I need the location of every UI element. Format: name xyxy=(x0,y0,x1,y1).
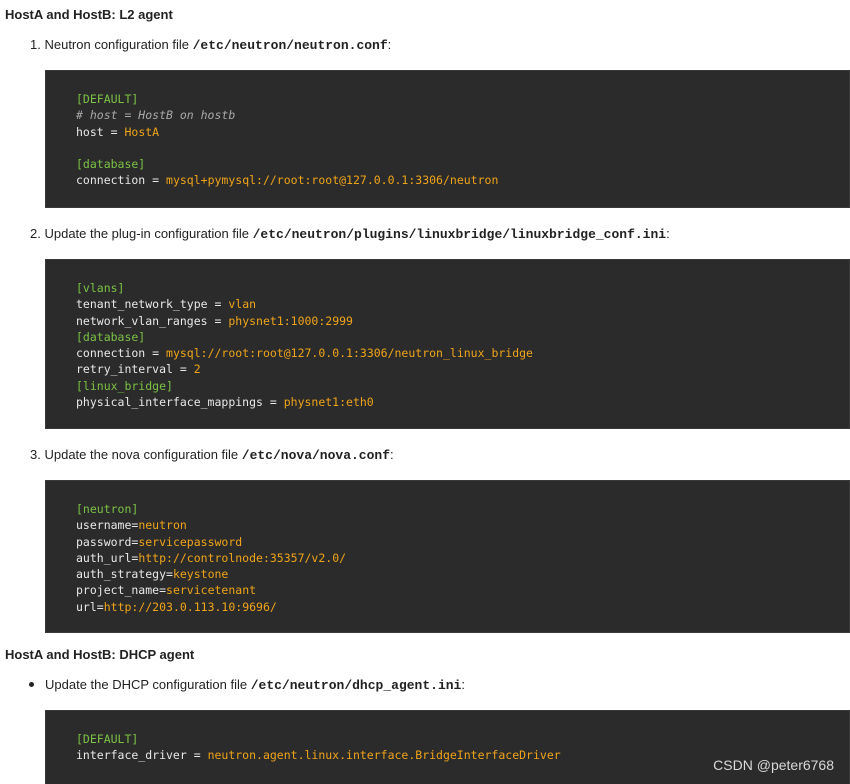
code-section: [neutron] xyxy=(76,502,139,516)
code-operator: = xyxy=(159,583,167,598)
code-section: [database] xyxy=(76,329,146,344)
code-key: username xyxy=(76,518,132,533)
step-suffix: : xyxy=(387,37,392,52)
code-value: 2 xyxy=(193,362,201,377)
step-text: Update the plug-in configuration file xyxy=(44,226,253,241)
code-line: host = HostA xyxy=(76,124,849,140)
code-value: physnet1:eth0 xyxy=(283,395,374,410)
code-key: interface_driver xyxy=(76,748,187,763)
step-number: 2. xyxy=(30,226,41,241)
code-line: password=servicepassword xyxy=(76,534,849,550)
code-key: retry_interval xyxy=(76,362,173,377)
code-value: vlan xyxy=(228,297,257,312)
code-section: [vlans] xyxy=(76,281,125,295)
code-value: HostA xyxy=(124,124,160,139)
step-suffix: : xyxy=(666,226,670,241)
file-path: /etc/nova/nova.conf xyxy=(241,448,391,463)
code-line: [database] xyxy=(76,329,849,345)
code-operator: = xyxy=(103,124,125,139)
bullet-item: Update the DHCP configuration file /etc/… xyxy=(29,677,465,693)
code-key: password xyxy=(76,534,132,549)
code-key: host xyxy=(76,124,104,139)
code-line: tenant_network_type = vlan xyxy=(76,296,849,312)
code-line: auth_url=http://controlnode:35357/v2.0/ xyxy=(76,550,849,566)
bullet-suffix: : xyxy=(461,677,465,692)
code-line: connection = mysql+pymysql://root:root@1… xyxy=(76,172,849,188)
code-value: mysql://root:root@127.0.0.1:3306/neutron… xyxy=(166,346,533,361)
code-operator: = xyxy=(145,346,167,361)
code-section: [DEFAULT] xyxy=(76,732,139,746)
file-path: /etc/neutron/dhcp_agent.ini xyxy=(250,678,462,693)
section-heading-l2-agent: HostA and HostB: L2 agent xyxy=(5,7,173,22)
code-section: [linux_bridge] xyxy=(76,378,173,393)
code-line: project_name=servicetenant xyxy=(76,582,849,598)
code-line: network_vlan_ranges = physnet1:1000:2999 xyxy=(76,313,849,329)
step-text: Neutron configuration file xyxy=(44,37,193,52)
step-2: 2. Update the plug-in configuration file… xyxy=(30,226,670,242)
code-key: auth_url xyxy=(76,550,132,565)
code-operator: = xyxy=(186,748,208,763)
step-suffix: : xyxy=(390,447,394,462)
code-line: physical_interface_mappings = physnet1:e… xyxy=(76,394,849,410)
code-operator: = xyxy=(172,362,194,377)
code-line: [neutron] xyxy=(76,501,849,517)
code-key: url xyxy=(76,599,97,614)
code-line: url=http://203.0.113.10:9696/ xyxy=(76,599,849,615)
code-key: connection xyxy=(76,346,146,361)
step-text: Update the nova configuration file xyxy=(44,447,242,462)
step-1: 1. Neutron configuration file /etc/neutr… xyxy=(30,37,391,53)
code-line: [linux_bridge] xyxy=(76,378,849,394)
code-line: auth_strategy=keystone xyxy=(76,566,849,582)
code-value: http://controlnode:35357/v2.0/ xyxy=(138,550,347,565)
code-value: keystone xyxy=(172,567,229,582)
code-key: physical_interface_mappings xyxy=(76,395,263,410)
code-line: [vlans] xyxy=(76,280,849,296)
bullet-text: Update the DHCP configuration file xyxy=(45,677,251,692)
code-value: neutron.agent.linux.interface.BridgeInte… xyxy=(207,748,561,763)
code-line: connection = mysql://root:root@127.0.0.1… xyxy=(76,345,849,361)
code-operator: = xyxy=(145,173,167,188)
code-block-neutron-conf[interactable]: [DEFAULT] # host = HostB on hostb host =… xyxy=(45,70,850,208)
code-operator: = xyxy=(166,567,173,582)
code-operator: = xyxy=(207,297,229,312)
code-section: [database] xyxy=(76,157,146,172)
step-number: 1. xyxy=(30,37,41,52)
code-value: mysql+pymysql://root:root@127.0.0.1:3306… xyxy=(166,173,499,188)
step-number: 3. xyxy=(30,447,41,462)
code-value: neutron xyxy=(138,518,187,533)
watermark: CSDN @peter6768 xyxy=(713,757,834,773)
section-heading-dhcp-agent: HostA and HostB: DHCP agent xyxy=(5,647,195,662)
code-block-nova-conf[interactable]: [neutron] username=neutron password=serv… xyxy=(45,480,850,633)
code-key: project_name xyxy=(76,583,160,598)
code-line: [DEFAULT] xyxy=(76,731,849,747)
code-value: physnet1:1000:2999 xyxy=(228,313,353,328)
code-line: [DEFAULT] xyxy=(76,91,849,107)
step-3: 3. Update the nova configuration file /e… xyxy=(30,447,394,463)
code-line: retry_interval = 2 xyxy=(76,361,849,377)
code-comment: # host = HostB on hostb xyxy=(76,108,236,123)
code-key: tenant_network_type xyxy=(76,297,208,312)
code-operator: = xyxy=(96,599,104,614)
code-value: http://203.0.113.10:9696/ xyxy=(103,599,277,614)
code-line: # host = HostB on hostb xyxy=(76,107,849,123)
file-path: /etc/neutron/neutron.conf xyxy=(192,38,388,53)
code-operator: = xyxy=(207,313,229,328)
code-line: username=neutron xyxy=(76,517,849,533)
code-value: servicetenant xyxy=(166,583,257,598)
bullet-dot-icon xyxy=(29,682,34,687)
code-key: network_vlan_ranges xyxy=(76,313,208,328)
code-block-linuxbridge-conf[interactable]: [vlans] tenant_network_type = vlan netwo… xyxy=(45,259,850,429)
code-key: auth_strategy xyxy=(76,567,167,582)
code-operator: = xyxy=(262,395,284,410)
code-key: connection xyxy=(76,173,146,188)
code-line: [database] xyxy=(76,156,849,172)
code-section: [DEFAULT] xyxy=(76,92,139,106)
code-value: servicepassword xyxy=(138,534,243,549)
file-path: /etc/neutron/plugins/linuxbridge/linuxbr… xyxy=(252,227,667,242)
